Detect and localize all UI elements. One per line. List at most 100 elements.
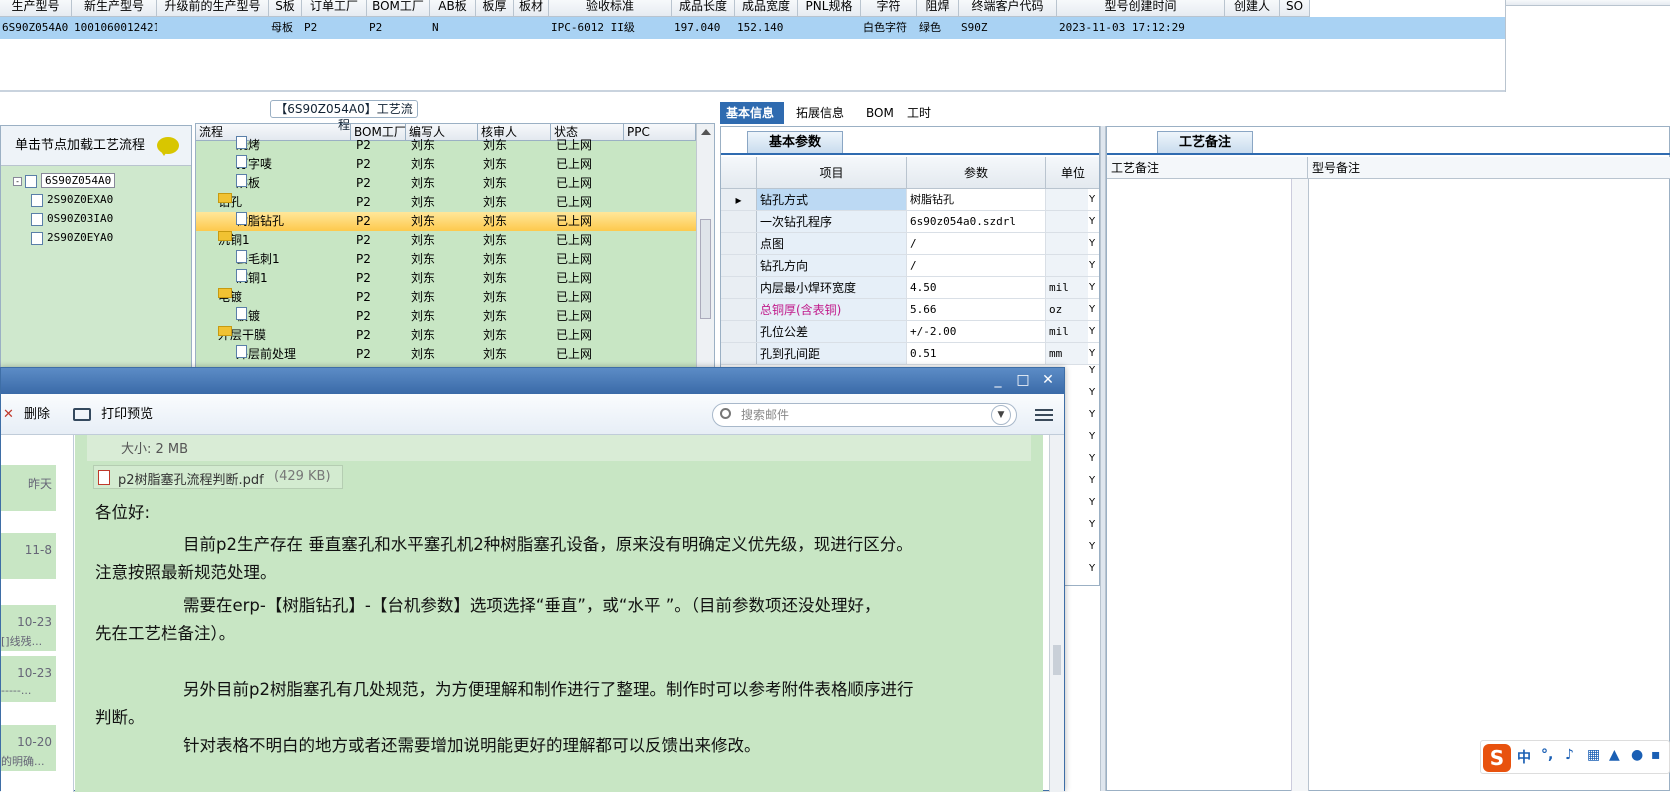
flow-status: 已上网 — [556, 252, 593, 266]
chevron-down-icon[interactable]: ▼ — [991, 405, 1011, 425]
top-col-header[interactable]: 生产型号 — [0, 0, 72, 17]
flow-row[interactable]: 去毛刺1 P2 刘东 刘东 已上网 — [196, 250, 696, 269]
ime-toolbar[interactable]: S 中 °, ♪ ▦ ▲ ● ▪ — [1480, 740, 1670, 774]
flow-writer: 刘东 — [411, 157, 436, 171]
top-col-header[interactable]: SO — [1280, 0, 1310, 17]
row-indicator — [721, 343, 757, 364]
flow-row[interactable]: 烧烤 P2 刘东 刘东 已上网 — [196, 136, 696, 155]
mail-snippet: []线残... — [1, 635, 43, 648]
attachment-item[interactable]: p2树脂塞孔流程判断.pdf (429 KB) — [93, 465, 343, 489]
param-value[interactable]: 4.50 — [907, 277, 1046, 298]
tab-extended-info[interactable]: 拓展信息 — [790, 102, 850, 124]
model-grid-row[interactable]: 6S90Z054A0 10010600124215 母板 P2 P2 N IPC-6012 … — [0, 17, 1505, 39]
param-value[interactable]: / — [907, 233, 1046, 254]
col-unit: 单位 — [1046, 157, 1099, 189]
top-col-header[interactable]: 成品宽度 — [735, 0, 798, 17]
tab-work-hours[interactable]: 工时 — [901, 102, 937, 124]
flow-status: 已上网 — [556, 328, 593, 342]
menu-icon[interactable] — [1035, 406, 1053, 422]
col-model-notes: 型号备注 — [1308, 157, 1670, 179]
mail-scrollbar[interactable] — [1049, 435, 1064, 792]
tree-node[interactable]: 0S90Z03IA0 — [31, 211, 113, 227]
tree-node[interactable]: 2S90Z0EYA0 — [31, 230, 113, 246]
collapse-icon[interactable]: - — [13, 176, 22, 186]
flow-row[interactable]: -电镀P2刘东刘东已上网 — [196, 288, 696, 307]
param-value[interactable]: 0.51 — [907, 343, 1046, 364]
close-icon[interactable]: ✕ — [1039, 372, 1057, 388]
subtab-basic-params[interactable]: 基本参数 — [747, 131, 843, 153]
flow-row[interactable]: -外层干膜P2刘东刘东已上网 — [196, 326, 696, 345]
delete-button[interactable]: ✕ 删除 — [3, 406, 50, 424]
param-value[interactable]: +/-2.00 — [907, 321, 1046, 342]
top-col-header[interactable]: 新生产型号 — [72, 0, 157, 17]
flow-row[interactable]: 沉铜1 P2 刘东 刘东 已上网 — [196, 269, 696, 288]
top-col-header[interactable]: BOM工厂 — [367, 0, 430, 17]
document-icon — [236, 250, 247, 263]
param-row[interactable]: 孔到孔间距 0.51 mm Y — [721, 343, 1099, 365]
param-row[interactable]: 总铜厚(含表铜) 5.66 oz Y — [721, 299, 1099, 321]
row-indicator — [721, 299, 757, 320]
flow-reviewer: 刘东 — [483, 309, 508, 323]
flow-row[interactable]: -钻孔P2刘东刘东已上网 — [196, 193, 696, 212]
print-preview-label: 打印预览 — [101, 407, 154, 422]
top-col-header[interactable]: 创建人 — [1225, 0, 1280, 17]
minimize-icon[interactable]: _ — [989, 372, 1007, 388]
param-row[interactable]: 一次钻孔程序 6s90z054a0.szdrl Y — [721, 211, 1099, 233]
param-item: 孔位公差 — [757, 321, 907, 342]
mic-icon[interactable]: ♪ — [1565, 747, 1574, 763]
top-col-header[interactable]: S板 — [269, 0, 302, 17]
flow-reviewer: 刘东 — [483, 195, 508, 209]
top-col-header[interactable]: 板厚 — [476, 0, 514, 17]
keyboard-icon[interactable]: ▦ — [1587, 747, 1600, 763]
param-row[interactable]: ▸ 钻孔方式 树脂钻孔 Y — [721, 189, 1099, 211]
param-unit — [1046, 189, 1088, 210]
param-row[interactable]: 孔位公差 +/-2.00 mil Y — [721, 321, 1099, 343]
toolbox-icon[interactable]: ● — [1631, 747, 1643, 763]
param-row[interactable]: 点图 / Y — [721, 233, 1099, 255]
tab-bom[interactable]: BOM — [860, 102, 900, 124]
top-col-header[interactable]: 成品长度 — [672, 0, 735, 17]
delete-label: 删除 — [24, 407, 51, 422]
param-flag: Y — [1089, 260, 1096, 271]
param-value[interactable]: 6s90z054a0.szdrl — [907, 211, 1046, 232]
top-col-header[interactable]: 验收标准 — [549, 0, 672, 17]
top-col-header[interactable]: 升级前的生产型号 — [157, 0, 269, 17]
tree-node[interactable]: - 6S90Z054A0 — [13, 173, 116, 189]
subtab-process-notes[interactable]: 工艺备注 — [1157, 131, 1253, 153]
param-row[interactable]: 内层最小焊环宽度 4.50 mil Y — [721, 277, 1099, 299]
punct-icon[interactable]: °, — [1541, 747, 1553, 763]
param-row[interactable]: 钻孔方向 / Y — [721, 255, 1099, 277]
top-col-header[interactable]: 型号创建时间 — [1057, 0, 1225, 17]
flow-reviewer: 刘东 — [483, 157, 508, 171]
print-preview-button[interactable]: 打印预览 — [73, 406, 153, 424]
mail-search-input[interactable]: 搜索邮件 — [712, 403, 1017, 427]
top-col-header[interactable]: 订单工厂 — [302, 0, 367, 17]
flow-scrollbar[interactable] — [696, 124, 714, 369]
tab-basic-info[interactable]: 基本信息 — [720, 102, 784, 124]
flow-writer: 刘东 — [411, 328, 436, 342]
maximize-icon[interactable]: □ — [1014, 372, 1032, 388]
flow-reviewer: 刘东 — [483, 176, 508, 190]
param-value[interactable]: 5.66 — [907, 299, 1046, 320]
flow-row[interactable]: -沉铜1P2刘东刘东已上网 — [196, 231, 696, 250]
more-icon[interactable]: ▪ — [1651, 747, 1661, 763]
param-value[interactable]: 树脂钻孔 — [907, 189, 1046, 210]
top-col-header[interactable]: 终端客户代码 — [959, 0, 1057, 17]
skin-icon[interactable]: ▲ — [1609, 747, 1620, 763]
top-col-header[interactable]: 板材 — [514, 0, 549, 17]
flow-row[interactable]: 烘板 P2 刘东 刘东 已上网 — [196, 174, 696, 193]
top-col-header[interactable]: 字符 — [861, 0, 917, 17]
col-process-notes: 工艺备注 — [1107, 157, 1308, 179]
param-value[interactable]: / — [907, 255, 1046, 276]
flow-row[interactable]: 树脂钻孔 P2 刘东 刘东 已上网 — [196, 212, 696, 231]
tree-node[interactable]: 2S90Z0EXA0 — [31, 192, 113, 208]
top-col-header[interactable]: 阻焊 — [917, 0, 959, 17]
param-unit: mm — [1046, 343, 1088, 364]
flow-row[interactable]: 板镀 P2 刘东 刘东 已上网 — [196, 307, 696, 326]
top-col-header[interactable]: PNL规格 — [798, 0, 861, 17]
mail-paragraph: 另外目前p2树脂塞孔有几处规范，为方便理解和制作进行了整理。制作时可以参考附件表… — [183, 680, 914, 699]
top-col-header[interactable]: AB板 — [430, 0, 476, 17]
flow-row[interactable]: 外层前处理 P2 刘东 刘东 已上网 — [196, 345, 696, 364]
flow-status: 已上网 — [556, 271, 593, 285]
flow-row[interactable]: 打字唛 P2 刘东 刘东 已上网 — [196, 155, 696, 174]
